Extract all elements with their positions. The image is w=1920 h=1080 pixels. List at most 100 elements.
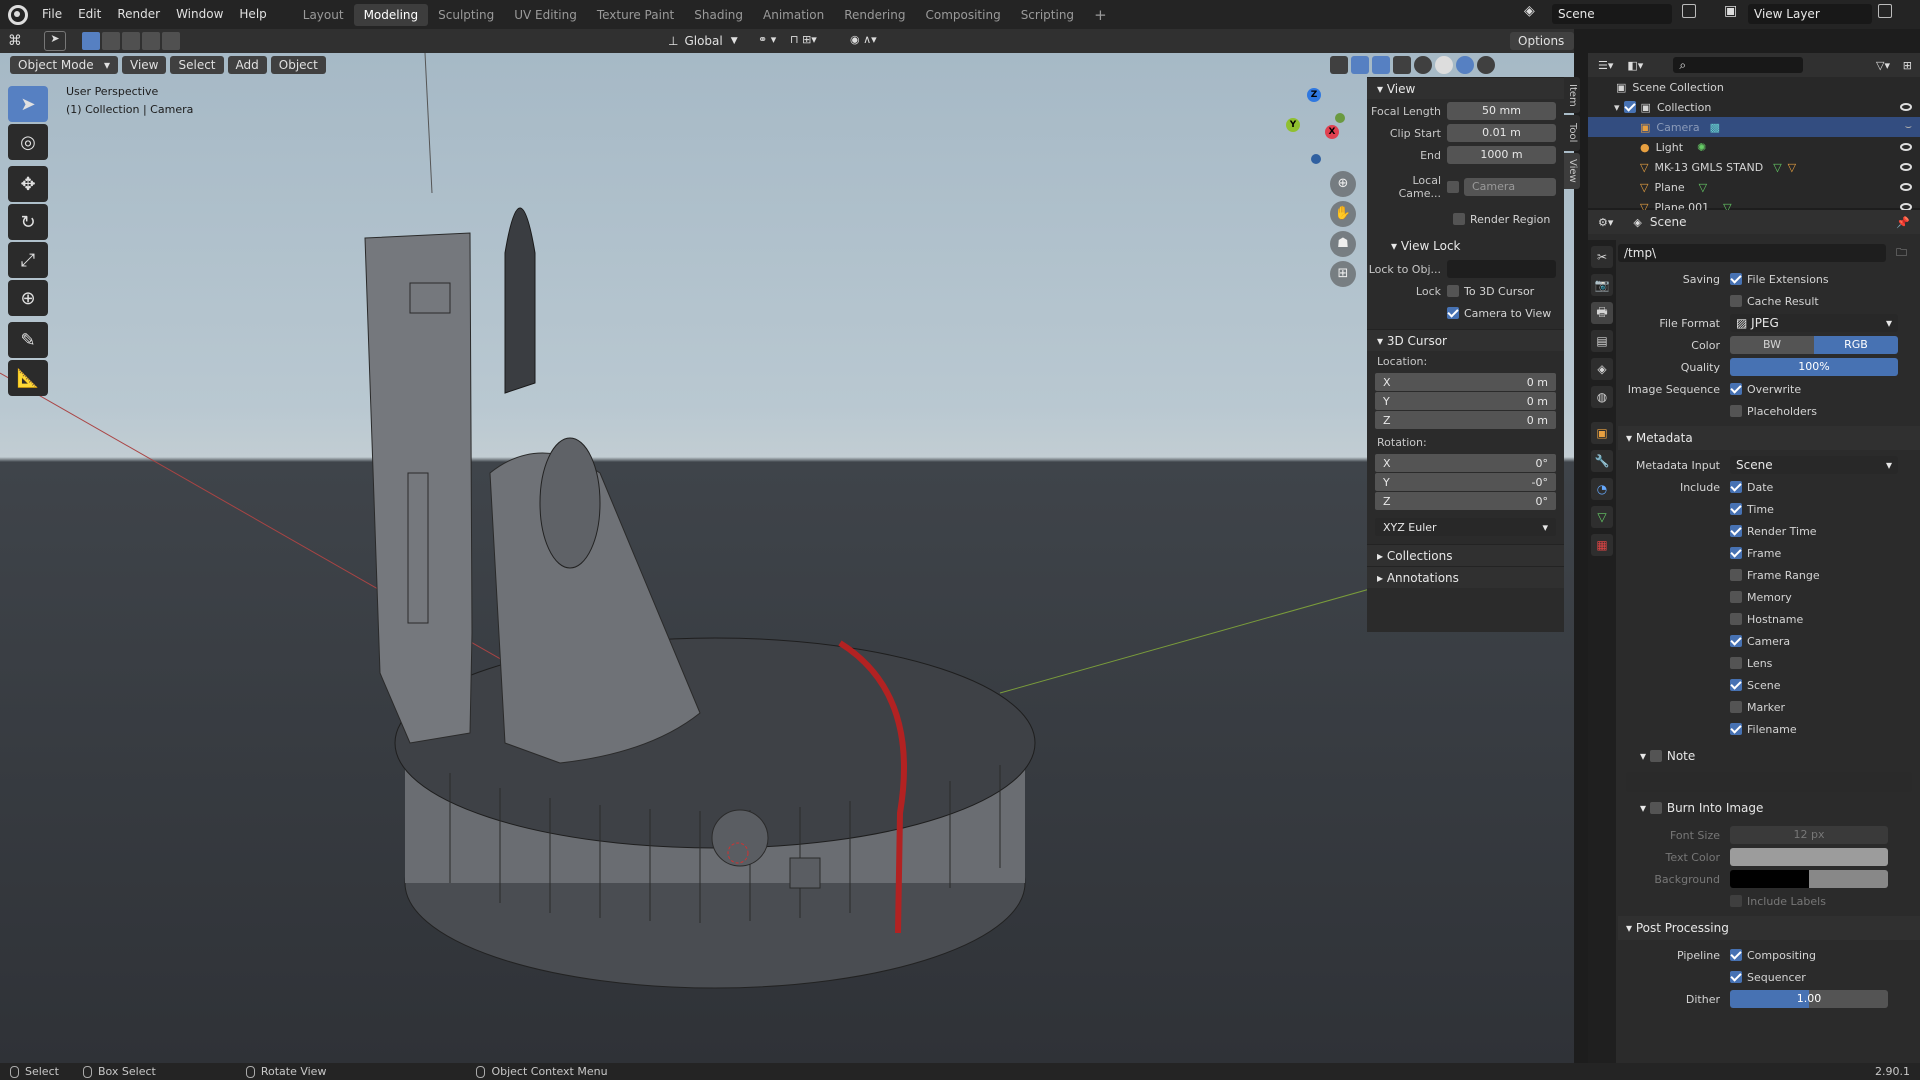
folder-icon[interactable]: 🗀 [1896, 244, 1907, 263]
texture-tab-icon[interactable]: ▦ [1591, 534, 1613, 556]
scene-field[interactable]: Scene [1552, 4, 1672, 24]
sequencer-checkbox[interactable] [1730, 971, 1742, 983]
select-mode-new-icon[interactable] [82, 32, 100, 50]
outliner-item-stand[interactable]: ▽ MK-13 GMLS STAND ▽ ▽ [1588, 157, 1920, 177]
menu-render[interactable]: Render [109, 0, 168, 29]
3d-cursor-section-header[interactable]: ▾ 3D Cursor [1367, 329, 1564, 351]
hidden-icon[interactable]: ⌣ [1905, 120, 1912, 134]
proportional-edit-icon[interactable]: ◉ ∧▾ [850, 33, 877, 46]
editor-type-icon[interactable]: ⌘ [0, 33, 30, 49]
3d-viewport[interactable]: User Perspective (1) Collection | Camera… [0, 53, 1574, 1063]
rotation-mode-dropdown[interactable]: XYZ Euler ▾ [1375, 518, 1556, 536]
outliner-item-plane[interactable]: ▽ Plane ▽ [1588, 177, 1920, 197]
display-mode-icon[interactable]: ◧▾ [1627, 59, 1643, 72]
tab-modeling[interactable]: Modeling [353, 3, 429, 26]
include-frame-range-checkbox[interactable] [1730, 569, 1742, 581]
clip-start-field[interactable]: 0.01 m [1447, 124, 1556, 142]
gizmo-x-axis[interactable]: X [1325, 125, 1339, 139]
include-memory-checkbox[interactable] [1730, 591, 1742, 603]
burn-into-image-checkbox[interactable] [1649, 802, 1662, 814]
burn-into-image-header[interactable]: ▾ Burn Into Image [1618, 796, 1920, 820]
menu-add[interactable]: Add [227, 56, 267, 74]
outliner-item-light[interactable]: ● Light ✺ [1588, 137, 1920, 157]
world-tab-icon[interactable]: ◍ [1591, 386, 1613, 408]
rendered-shading-icon[interactable] [1477, 56, 1495, 74]
tab-animation[interactable]: Animation [753, 4, 834, 26]
eye-icon[interactable] [1900, 163, 1912, 171]
include-time-checkbox[interactable] [1730, 503, 1742, 515]
select-box-icon[interactable]: ➤ [8, 86, 48, 122]
outliner-search-input[interactable]: ⌕ [1673, 57, 1804, 73]
options-dropdown[interactable]: Options ▾ [1510, 32, 1574, 66]
color-rgb-button[interactable]: RGB [1814, 336, 1898, 354]
zoom-icon[interactable]: ⊕ [1330, 171, 1356, 197]
menu-view[interactable]: View [122, 56, 167, 74]
move-tool-icon[interactable]: ✥ [8, 166, 48, 202]
add-workspace-button[interactable]: + [1084, 4, 1117, 26]
menu-file[interactable]: File [34, 0, 70, 29]
metadata-section-header[interactable]: ▾ Metadata [1618, 426, 1920, 450]
include-camera-checkbox[interactable] [1730, 635, 1742, 647]
cursor-location-y[interactable]: Y 0 m [1375, 392, 1556, 410]
include-lens-checkbox[interactable] [1730, 657, 1742, 669]
select-mode-intersect-icon[interactable] [162, 32, 180, 50]
rotate-tool-icon[interactable]: ↻ [8, 204, 48, 240]
annotations-section-header[interactable]: ▸ Annotations [1367, 566, 1564, 588]
xray-icon[interactable] [1393, 56, 1411, 74]
overwrite-checkbox[interactable] [1730, 383, 1742, 395]
output-path-input[interactable]: /tmp\ [1618, 244, 1886, 262]
view-section-header[interactable]: ▾ View [1367, 77, 1564, 99]
include-filename-checkbox[interactable] [1730, 723, 1742, 735]
physics-tab-icon[interactable]: ◔ [1591, 478, 1613, 500]
render-region-checkbox[interactable] [1453, 213, 1465, 225]
menu-select[interactable]: Select [170, 56, 224, 74]
select-mode-subtract-icon[interactable] [122, 32, 140, 50]
filter-icon[interactable]: ▽▾ [1876, 59, 1890, 72]
tab-texture-paint[interactable]: Texture Paint [587, 4, 684, 26]
gizmo-neg-y[interactable] [1335, 113, 1345, 123]
placeholders-checkbox[interactable] [1730, 405, 1742, 417]
select-mode-extend-icon[interactable] [102, 32, 120, 50]
note-section-header[interactable]: ▾ Note [1618, 744, 1920, 768]
camera-to-view-checkbox[interactable] [1447, 307, 1459, 319]
note-checkbox[interactable] [1649, 750, 1662, 762]
snap-icon[interactable]: ⊓ ⊞▾ [790, 33, 817, 46]
scene-selector-icon[interactable]: ◈ [1524, 3, 1542, 25]
metadata-input-dropdown[interactable]: Scene ▾ [1730, 456, 1898, 474]
post-processing-header[interactable]: ▾ Post Processing [1618, 916, 1920, 940]
transform-tool-icon[interactable]: ⊕ [8, 280, 48, 316]
tab-rendering[interactable]: Rendering [834, 4, 915, 26]
note-text-input[interactable] [1626, 772, 1912, 792]
eye-icon[interactable] [1900, 183, 1912, 191]
scene-tab-icon[interactable]: ◈ [1591, 358, 1613, 380]
cache-result-checkbox[interactable] [1730, 295, 1742, 307]
material-shading-icon[interactable] [1456, 56, 1474, 74]
quality-slider[interactable]: 100% [1730, 358, 1898, 376]
include-marker-checkbox[interactable] [1730, 701, 1742, 713]
view-layer-tab-icon[interactable]: ▤ [1591, 330, 1613, 352]
tab-scripting[interactable]: Scripting [1011, 4, 1084, 26]
tab-sculpting[interactable]: Sculpting [428, 4, 504, 26]
ortho-grid-icon[interactable]: ⊞ [1330, 261, 1356, 287]
cursor-location-x[interactable]: X 0 m [1375, 373, 1556, 391]
annotate-tool-icon[interactable]: ✎ [8, 322, 48, 358]
select-tool-icon[interactable]: ➤ [44, 31, 66, 51]
font-size-field[interactable]: 12 px [1730, 826, 1888, 844]
focal-length-field[interactable]: 50 mm [1447, 102, 1556, 120]
properties-editor-icon[interactable]: ⚙▾ [1598, 216, 1613, 229]
camera-view-icon[interactable]: ☗ [1330, 231, 1356, 257]
cursor-location-z[interactable]: Z 0 m [1375, 411, 1556, 429]
object-tab-icon[interactable]: ▣ [1591, 422, 1613, 444]
view-lock-header[interactable]: ▾ View Lock [1367, 235, 1564, 257]
pan-hand-icon[interactable]: ✋ [1330, 201, 1356, 227]
blender-logo-icon[interactable] [8, 4, 28, 25]
tab-layout[interactable]: Layout [293, 4, 354, 26]
new-view-layer-icon[interactable] [1878, 4, 1892, 18]
tool-tab-icon[interactable]: ✂ [1591, 246, 1613, 268]
outliner-collection[interactable]: ▾ ▣ Collection [1588, 97, 1920, 117]
outliner-editor-icon[interactable]: ☰▾ [1598, 59, 1613, 72]
cursor-rotation-z[interactable]: Z 0° [1375, 492, 1556, 510]
visibility-icon[interactable] [1330, 56, 1348, 74]
tab-tool[interactable]: Tool [1564, 115, 1580, 151]
collection-checkbox[interactable] [1623, 101, 1636, 113]
